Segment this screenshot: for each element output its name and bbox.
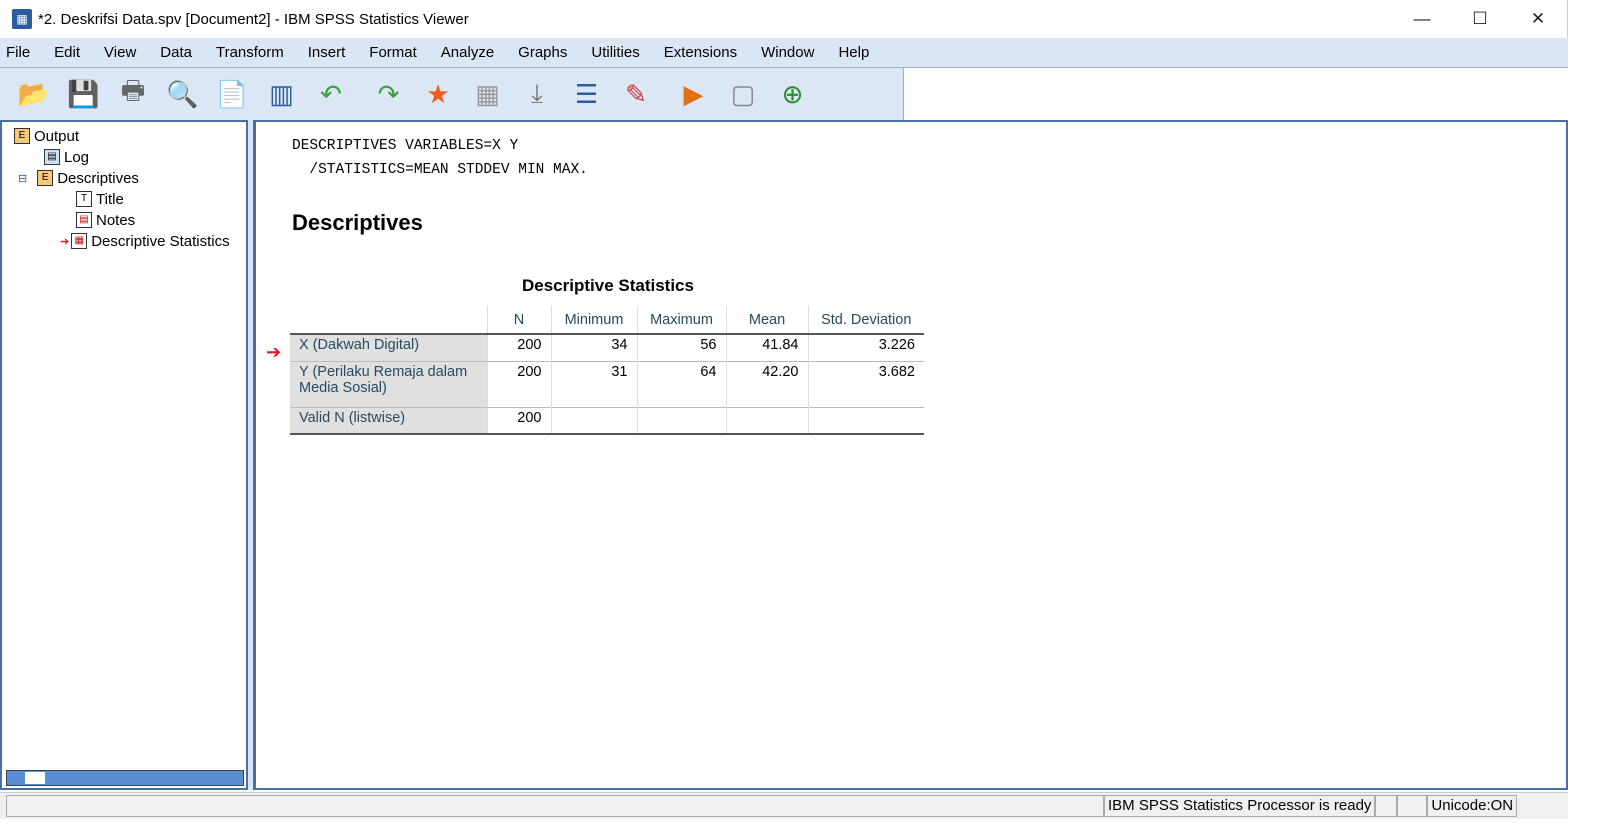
descriptive-statistics-table[interactable]: N Minimum Maximum Mean Std. Deviation X (Dak…: [290, 306, 924, 435]
menu-data[interactable]: Data: [160, 44, 192, 61]
cell-mean: 41.84: [725, 333, 808, 361]
promote-icon[interactable]: ⊕: [773, 74, 813, 114]
column-header: Minimum: [550, 306, 637, 335]
tree-item-notes[interactable]: ▤ Notes: [76, 210, 135, 230]
close-button[interactable]: ✕: [1509, 0, 1567, 38]
window-title: *2. Deskrifsi Data.spv [Document2] - IBM…: [38, 10, 469, 28]
cell-max: [636, 406, 726, 435]
print-icon[interactable]: 🖶: [113, 74, 153, 114]
processor-status: IBM SPSS Statistics Processor is ready: [1104, 795, 1376, 817]
title-bar: ▦ *2. Deskrifsi Data.spv [Document2] - I…: [0, 0, 1568, 38]
status-bar: IBM SPSS Statistics Processor is ready U…: [0, 792, 1568, 819]
recall-dialog-icon[interactable]: ▥: [262, 74, 302, 114]
print-preview-icon[interactable]: 🔍: [163, 74, 203, 114]
menu-view[interactable]: View: [104, 44, 136, 61]
cell-sd: 3.226: [807, 333, 924, 361]
log-icon: ▤: [44, 149, 60, 165]
goto-case-icon[interactable]: ▦: [468, 74, 508, 114]
toolbar: 📂 💾 🖶 🔍 📄 ▥ ↶ ↷ ★ ▦ ⤓ ☰ ✎ ▶ ▢ ⊕: [0, 68, 904, 120]
menu-transform[interactable]: Transform: [216, 44, 284, 61]
tree-item-title[interactable]: T Title: [76, 189, 124, 209]
syntax-log: DESCRIPTIVES VARIABLES=X Y /STATISTICS=M…: [292, 134, 588, 182]
cell-min: 31: [550, 360, 637, 407]
column-header: Std. Deviation: [807, 306, 924, 335]
title-icon: T: [76, 191, 92, 207]
menu-window[interactable]: Window: [761, 44, 814, 61]
table-row: X (Dakwah Digital) 200 34 56 41.84 3.226: [290, 333, 924, 361]
variables-icon[interactable]: ☰: [567, 74, 607, 114]
save-icon[interactable]: 💾: [64, 74, 104, 114]
tree-item-log[interactable]: ▤ Log: [44, 147, 89, 167]
cell-mean: 42.20: [725, 360, 808, 407]
goto-data-icon[interactable]: ★: [418, 74, 458, 114]
menu-help[interactable]: Help: [838, 44, 869, 61]
column-header: Mean: [725, 306, 808, 335]
spss-app-icon: ▦: [12, 9, 32, 29]
descriptives-book-icon: E: [37, 170, 54, 186]
cell-sd: 3.682: [807, 360, 924, 407]
tree-item-descriptive-statistics[interactable]: ➔ ▦ Descriptive Statistics: [60, 231, 230, 251]
status-empty: [1375, 795, 1398, 817]
menu-edit[interactable]: Edit: [54, 44, 80, 61]
maximize-button[interactable]: ☐: [1451, 0, 1509, 38]
tree-item-output[interactable]: E Output: [14, 126, 79, 146]
menu-file[interactable]: File: [6, 44, 30, 61]
undo-icon[interactable]: ↶: [311, 74, 351, 114]
current-item-arrow-icon: ➔: [60, 235, 70, 248]
menu-utilities[interactable]: Utilities: [591, 44, 639, 61]
unicode-status: Unicode:ON: [1427, 795, 1518, 817]
menu-graphs[interactable]: Graphs: [518, 44, 567, 61]
run-script-icon[interactable]: ▶: [674, 74, 714, 114]
output-book-icon: E: [14, 128, 30, 144]
menu-format[interactable]: Format: [369, 44, 417, 61]
table-title: Descriptive Statistics: [522, 276, 694, 295]
minimize-button[interactable]: —: [1393, 0, 1451, 38]
scrollbar-thumb[interactable]: [25, 772, 45, 784]
table-row: Y (Perilaku Remaja dalam Media Sosial) 20…: [290, 360, 924, 407]
menu-extensions[interactable]: Extensions: [664, 44, 737, 61]
cell-min: [550, 406, 637, 435]
open-icon[interactable]: 📂: [14, 74, 54, 114]
status-empty: [1397, 795, 1428, 817]
column-header: [290, 306, 487, 335]
current-item-arrow-icon: ➔: [266, 342, 282, 362]
menu-insert[interactable]: Insert: [308, 44, 346, 61]
designate-window-icon[interactable]: ▢: [723, 74, 763, 114]
section-heading: Descriptives: [292, 210, 423, 235]
cell-max: 56: [636, 333, 726, 361]
cell-label: X (Dakwah Digital): [290, 333, 487, 361]
cell-n: 200: [486, 360, 551, 407]
outline-pane: E Output ▤ Log ⊟ E Descriptives T Title ▤ Note…: [0, 120, 248, 790]
cell-max: 64: [636, 360, 726, 407]
collapse-icon[interactable]: ⊟: [18, 172, 27, 185]
export-icon[interactable]: 📄: [212, 74, 252, 114]
cell-sd: [807, 406, 924, 435]
column-header: Maximum: [636, 306, 726, 335]
goto-variable-icon[interactable]: ⤓: [517, 74, 557, 114]
syntax-line: /STATISTICS=MEAN STDDEV MIN MAX.: [292, 162, 588, 178]
table-row: Valid N (listwise) 200: [290, 406, 924, 435]
redo-icon[interactable]: ↷: [369, 74, 409, 114]
tree-item-descriptives[interactable]: ⊟ E Descriptives: [18, 168, 139, 188]
cell-min: 34: [550, 333, 637, 361]
menu-analyze[interactable]: Analyze: [441, 44, 494, 61]
insert-text-icon[interactable]: ✎: [616, 74, 656, 114]
notes-icon: ▤: [76, 212, 92, 228]
cell-label: Y (Perilaku Remaja dalam Media Sosial): [290, 360, 487, 407]
cell-n: 200: [486, 406, 551, 435]
menu-bar: File Edit View Data Transform Insert Format Ana…: [0, 38, 1568, 68]
syntax-line: DESCRIPTIVES VARIABLES=X Y: [292, 138, 519, 154]
cell-label: Valid N (listwise): [290, 406, 487, 435]
status-empty: [6, 795, 1104, 817]
cell-mean: [725, 406, 808, 435]
cell-n: 200: [486, 333, 551, 361]
table-icon: ▦: [71, 233, 88, 249]
content-pane: DESCRIPTIVES VARIABLES=X Y /STATISTICS=M…: [253, 120, 1568, 790]
column-header: N: [486, 306, 551, 335]
horizontal-scrollbar[interactable]: [6, 770, 244, 786]
